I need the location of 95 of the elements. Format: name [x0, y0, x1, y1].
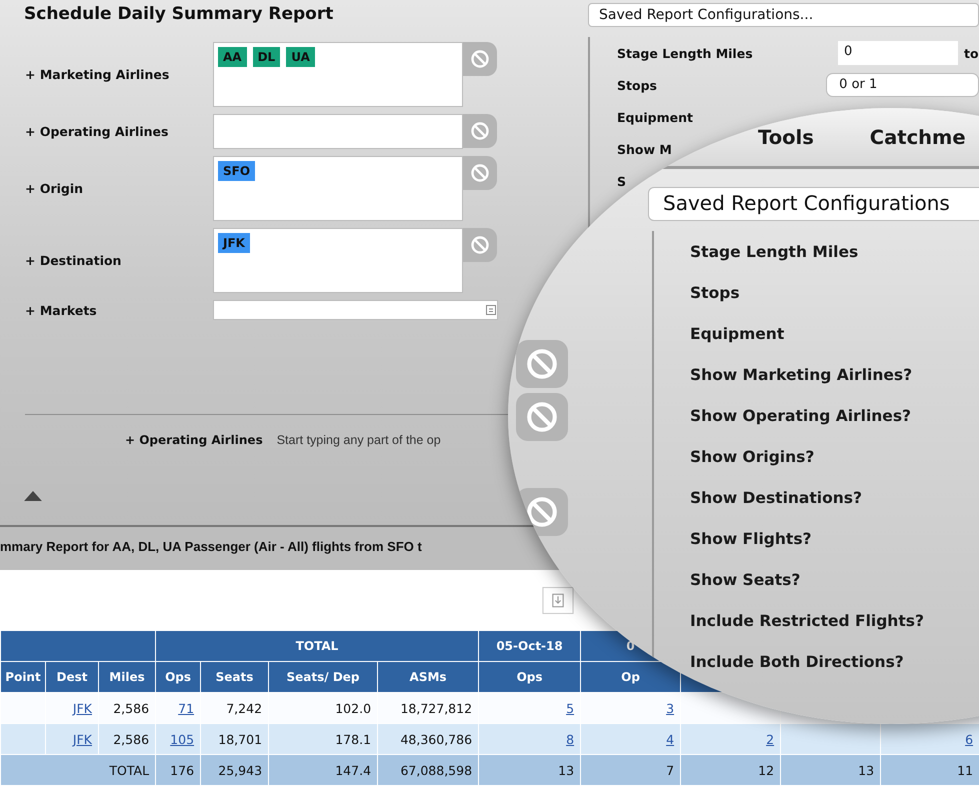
tab[interactable]: Tools [758, 126, 814, 148]
filter-field[interactable] [213, 300, 498, 320]
clear-button[interactable] [516, 393, 568, 441]
setting-label: Stage Length Miles [690, 243, 858, 262]
ban-icon [470, 121, 490, 141]
table-link[interactable]: JFK [72, 700, 92, 716]
table-cell: 18,727,812 [378, 692, 479, 724]
tab[interactable]: Catchme [870, 126, 966, 148]
table-cell: 178.1 [268, 724, 378, 754]
report-title: Schedule Daily Summary Report [23, 3, 334, 26]
column-header: Op [580, 662, 681, 692]
filter-chip[interactable]: DL [252, 47, 280, 67]
column-header: Point [0, 662, 46, 692]
table-cell: 48,360,786 [378, 724, 479, 754]
column-header: Ops [156, 662, 201, 692]
column-header: ASMs [378, 662, 479, 692]
filter-chip[interactable]: JFK [218, 233, 250, 253]
column-header: Seats/ Dep [268, 662, 378, 692]
setting-label: Show Operating Airlines? [690, 407, 912, 426]
table-cell: 13 [780, 754, 881, 786]
ban-icon [525, 347, 559, 381]
clear-button[interactable] [463, 156, 497, 190]
list-icon[interactable] [486, 305, 496, 315]
setting-label: Stops [617, 78, 658, 92]
filter-chip[interactable]: SFO [218, 161, 256, 181]
filter-label[interactable]: + Destination [0, 253, 213, 268]
ban-icon [470, 235, 490, 255]
setting-label: Show Seats? [690, 571, 800, 590]
clear-button[interactable] [463, 114, 497, 148]
collapse-caret-icon[interactable] [24, 491, 42, 501]
table-cell: 102.0 [268, 692, 378, 724]
clear-button[interactable] [463, 42, 497, 76]
clear-button[interactable] [463, 228, 497, 262]
saved-configurations-dropdown[interactable]: Saved Report Configurations [648, 187, 979, 221]
setting-label: Stops [690, 284, 740, 303]
table-cell: 25,943 [200, 754, 269, 786]
setting-label: Show M [617, 142, 673, 156]
column-header: Dest [46, 662, 98, 692]
table-cell: 7 [580, 754, 681, 786]
filter-field[interactable] [213, 114, 463, 149]
filter-label[interactable]: + Operating Airlines [0, 124, 213, 139]
column-header: Ops [478, 662, 581, 692]
setting-label: Stage Length Miles [617, 46, 754, 60]
table-cell: 2,586 [98, 692, 156, 724]
clear-button[interactable] [516, 340, 568, 388]
filter-label[interactable]: + Operating Airlines [125, 433, 263, 447]
table-link[interactable]: 71 [178, 700, 194, 716]
help-text: Start typing any part of the op [276, 433, 441, 447]
ban-icon [470, 163, 490, 183]
table-cell: 7,242 [200, 692, 269, 724]
setting-label: Show Marketing Airlines? [690, 366, 912, 385]
filter-chip[interactable]: UA [286, 47, 315, 67]
table-cell: 11 [880, 754, 979, 786]
filter-label[interactable]: + Origin [0, 181, 213, 196]
table-cell: TOTAL [98, 754, 156, 786]
stops-dropdown[interactable]: 0 or 1 [826, 73, 979, 97]
table-cell: 67,088,598 [378, 754, 479, 786]
table-cell: 18,701 [200, 724, 269, 754]
setting-label: Show Origins? [690, 448, 814, 467]
filter-label[interactable]: + Marketing Airlines [0, 67, 213, 82]
filter-label[interactable]: + Markets [0, 302, 213, 318]
setting-label: Show Destinations? [690, 489, 862, 508]
setting-label: S [617, 174, 628, 188]
table-cell: 13 [478, 754, 581, 786]
table-cell: 176 [156, 754, 201, 786]
filter-field[interactable]: SFO [213, 156, 463, 221]
setting-label: Equipment [617, 110, 694, 124]
table-link[interactable]: 8 [566, 732, 574, 746]
table-link[interactable]: 5 [566, 700, 574, 716]
saved-configurations-dropdown[interactable]: Saved Report Configurations... [588, 3, 979, 27]
table-cell: 12 [680, 754, 781, 786]
setting-label: Include Both Directions? [690, 653, 904, 672]
table-cell: 147.4 [268, 754, 378, 786]
setting-label: Equipment [690, 325, 784, 344]
column-header: Seats [200, 662, 269, 692]
column-group-header: 05-Oct-18 [478, 630, 581, 662]
column-header: Miles [98, 662, 156, 692]
text-field[interactable]: 0 [838, 41, 958, 65]
filter-field[interactable]: AA DL UA [213, 42, 463, 107]
table-link[interactable]: JFK [72, 732, 92, 746]
table-link[interactable]: 3 [666, 700, 674, 716]
range-label: to [964, 46, 979, 60]
ban-icon [470, 49, 490, 69]
table-link[interactable]: 2 [766, 732, 774, 746]
setting-label: Include Restricted Flights? [690, 612, 924, 631]
filter-field[interactable]: JFK [213, 228, 463, 293]
table-cell: 2,586 [98, 724, 156, 754]
ban-icon [525, 400, 559, 434]
export-icon[interactable] [542, 586, 574, 614]
table-link[interactable]: 4 [666, 732, 674, 746]
filter-chip[interactable]: AA [218, 47, 247, 67]
table-link[interactable]: 6 [965, 732, 974, 746]
column-group-header: TOTAL [156, 630, 479, 662]
setting-label: Show Flights? [690, 530, 812, 549]
ban-icon [525, 495, 559, 529]
